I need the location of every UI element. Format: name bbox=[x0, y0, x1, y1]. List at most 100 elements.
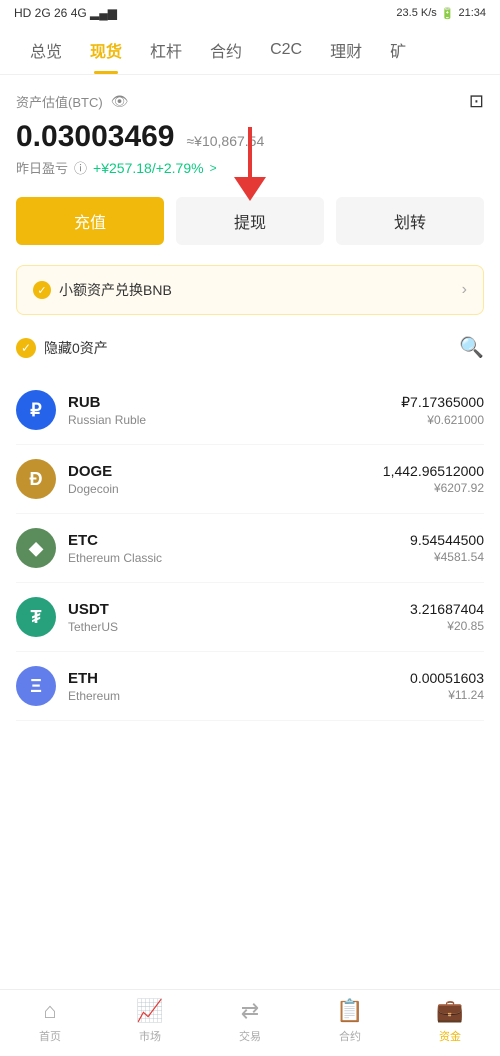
eye-icon[interactable]: 👁 bbox=[111, 93, 129, 110]
rub-info: RUB Russian Ruble bbox=[68, 394, 401, 427]
etc-info: ETC Ethereum Classic bbox=[68, 532, 410, 565]
wallet-label: 资金 bbox=[439, 1028, 461, 1044]
etc-balance: 9.54544500 ¥4581.54 bbox=[410, 532, 484, 564]
bnb-check-icon: ✓ bbox=[33, 281, 51, 299]
bottom-nav-futures[interactable]: 📋 合约 bbox=[315, 998, 385, 1044]
arrow-head bbox=[234, 177, 266, 201]
rub-symbol: RUB bbox=[68, 394, 401, 411]
eth-fullname: Ethereum bbox=[68, 689, 410, 703]
market-icon: 📈 bbox=[136, 998, 163, 1024]
usdt-icon: ₮ bbox=[16, 597, 56, 637]
etc-amount: 9.54544500 bbox=[410, 532, 484, 548]
doge-balance: 1,442.96512000 ¥6207.92 bbox=[383, 463, 484, 495]
etc-symbol: ETC bbox=[68, 532, 410, 549]
asset-label-row: 资产估值(BTC) 👁 ⊡ bbox=[16, 91, 484, 112]
eth-info: ETH Ethereum bbox=[68, 670, 410, 703]
eth-balance: 0.00051603 ¥11.24 bbox=[410, 670, 484, 702]
doge-amount: 1,442.96512000 bbox=[383, 463, 484, 479]
info-icon: ⓘ bbox=[74, 158, 87, 177]
filter-row: ✓ 隐藏0资产 🔍 bbox=[16, 335, 484, 360]
bottom-nav-trade[interactable]: ⇄ 交易 bbox=[215, 998, 285, 1044]
trade-label: 交易 bbox=[239, 1028, 261, 1044]
asset-item-doge[interactable]: Ð DOGE Dogecoin 1,442.96512000 ¥6207.92 bbox=[16, 445, 484, 514]
scan-icon[interactable]: ⊡ bbox=[469, 91, 484, 112]
hide-check-icon: ✓ bbox=[16, 338, 36, 358]
battery-icon: 🔋 bbox=[441, 7, 455, 20]
search-icon[interactable]: 🔍 bbox=[459, 335, 484, 360]
usdt-amount: 3.21687404 bbox=[410, 601, 484, 617]
usdt-balance: 3.21687404 ¥20.85 bbox=[410, 601, 484, 633]
time-display: 21:34 bbox=[458, 7, 486, 19]
speed-indicator: 23.5 K/s bbox=[396, 7, 436, 19]
home-icon: ⌂ bbox=[43, 998, 56, 1024]
nav-item-mining[interactable]: 矿 bbox=[376, 26, 420, 74]
profit-label: 昨日盈亏 bbox=[16, 158, 68, 177]
asset-item-usdt[interactable]: ₮ USDT TetherUS 3.21687404 ¥20.85 bbox=[16, 583, 484, 652]
hide-assets-toggle[interactable]: ✓ 隐藏0资产 bbox=[16, 338, 108, 358]
wallet-icon: 💼 bbox=[436, 998, 463, 1024]
trade-icon: ⇄ bbox=[241, 998, 259, 1024]
rub-fullname: Russian Ruble bbox=[68, 413, 401, 427]
doge-info: DOGE Dogecoin bbox=[68, 463, 383, 496]
status-bar: HD 2G 26 4G ▂▄▆ 23.5 K/s 🔋 21:34 bbox=[0, 0, 500, 26]
asset-item-etc[interactable]: ◆ ETC Ethereum Classic 9.54544500 ¥4581.… bbox=[16, 514, 484, 583]
hide-label: 隐藏0资产 bbox=[44, 338, 108, 358]
usdt-cny: ¥20.85 bbox=[410, 619, 484, 633]
home-label: 首页 bbox=[39, 1028, 61, 1044]
usdt-info: USDT TetherUS bbox=[68, 601, 410, 634]
profit-value: +¥257.18/+2.79% bbox=[93, 160, 204, 176]
bnb-exchange-label: 小额资产兑换BNB bbox=[59, 280, 172, 300]
top-nav: 总览 现货 杠杆 合约 C2C 理财 矿 bbox=[0, 26, 500, 75]
usdt-fullname: TetherUS bbox=[68, 620, 410, 634]
deposit-button[interactable]: 充值 bbox=[16, 197, 164, 245]
transfer-button[interactable]: 划转 bbox=[336, 197, 484, 245]
eth-icon: Ξ bbox=[16, 666, 56, 706]
doge-fullname: Dogecoin bbox=[68, 482, 383, 496]
doge-cny: ¥6207.92 bbox=[383, 481, 484, 495]
btc-amount: 0.03003469 bbox=[16, 120, 175, 154]
bottom-nav-wallet[interactable]: 💼 资金 bbox=[415, 998, 485, 1044]
status-right: 23.5 K/s 🔋 21:34 bbox=[396, 7, 486, 20]
futures-icon: 📋 bbox=[336, 998, 363, 1024]
asset-label-text: 资产估值(BTC) bbox=[16, 92, 103, 111]
signal-icons: HD 2G 26 4G ▂▄▆ bbox=[14, 6, 117, 20]
rub-cny: ¥0.621000 bbox=[401, 413, 484, 427]
asset-item-eth[interactable]: Ξ ETH Ethereum 0.00051603 ¥11.24 bbox=[16, 652, 484, 721]
bottom-nav-market[interactable]: 📈 市场 bbox=[115, 998, 185, 1044]
profit-arrow[interactable]: > bbox=[210, 161, 217, 175]
bnb-left: ✓ 小额资产兑换BNB bbox=[33, 280, 172, 300]
status-left: HD 2G 26 4G ▂▄▆ bbox=[14, 6, 117, 20]
bottom-nav-home[interactable]: ⌂ 首页 bbox=[15, 998, 85, 1044]
profit-row: 昨日盈亏 ⓘ +¥257.18/+2.79% > bbox=[16, 158, 484, 177]
nav-item-leverage[interactable]: 杠杆 bbox=[136, 26, 196, 74]
eth-amount: 0.00051603 bbox=[410, 670, 484, 686]
etc-cny: ¥4581.54 bbox=[410, 550, 484, 564]
nav-item-c2c[interactable]: C2C bbox=[256, 29, 316, 71]
market-label: 市场 bbox=[139, 1028, 161, 1044]
doge-symbol: DOGE bbox=[68, 463, 383, 480]
bottom-nav: ⌂ 首页 📈 市场 ⇄ 交易 📋 合约 💼 资金 bbox=[0, 989, 500, 1056]
doge-icon: Ð bbox=[16, 459, 56, 499]
eth-cny: ¥11.24 bbox=[410, 688, 484, 702]
usdt-symbol: USDT bbox=[68, 601, 410, 618]
action-buttons: 充值 提现 划转 bbox=[16, 197, 484, 245]
bnb-exchange-banner[interactable]: ✓ 小额资产兑换BNB › bbox=[16, 265, 484, 315]
nav-item-spot[interactable]: 现货 bbox=[76, 26, 136, 74]
rub-amount: ₽7.17365000 bbox=[401, 394, 484, 411]
bnb-arrow-icon: › bbox=[462, 281, 467, 299]
eth-symbol: ETH bbox=[68, 670, 410, 687]
etc-icon: ◆ bbox=[16, 528, 56, 568]
withdraw-button[interactable]: 提现 bbox=[176, 197, 324, 245]
main-content: 资产估值(BTC) 👁 ⊡ 0.03003469 ≈¥10,867.54 昨日盈… bbox=[0, 75, 500, 801]
rub-balance: ₽7.17365000 ¥0.621000 bbox=[401, 394, 484, 427]
etc-fullname: Ethereum Classic bbox=[68, 551, 410, 565]
nav-item-overview[interactable]: 总览 bbox=[16, 26, 76, 74]
futures-label: 合约 bbox=[339, 1028, 361, 1044]
nav-item-futures[interactable]: 合约 bbox=[196, 26, 256, 74]
asset-value-row: 0.03003469 ≈¥10,867.54 bbox=[16, 120, 484, 154]
rub-icon: ₽ bbox=[16, 390, 56, 430]
cny-approx: ≈¥10,867.54 bbox=[187, 133, 265, 149]
nav-item-financial[interactable]: 理财 bbox=[316, 26, 376, 74]
asset-list: ₽ RUB Russian Ruble ₽7.17365000 ¥0.62100… bbox=[16, 376, 484, 721]
asset-item-rub[interactable]: ₽ RUB Russian Ruble ₽7.17365000 ¥0.62100… bbox=[16, 376, 484, 445]
